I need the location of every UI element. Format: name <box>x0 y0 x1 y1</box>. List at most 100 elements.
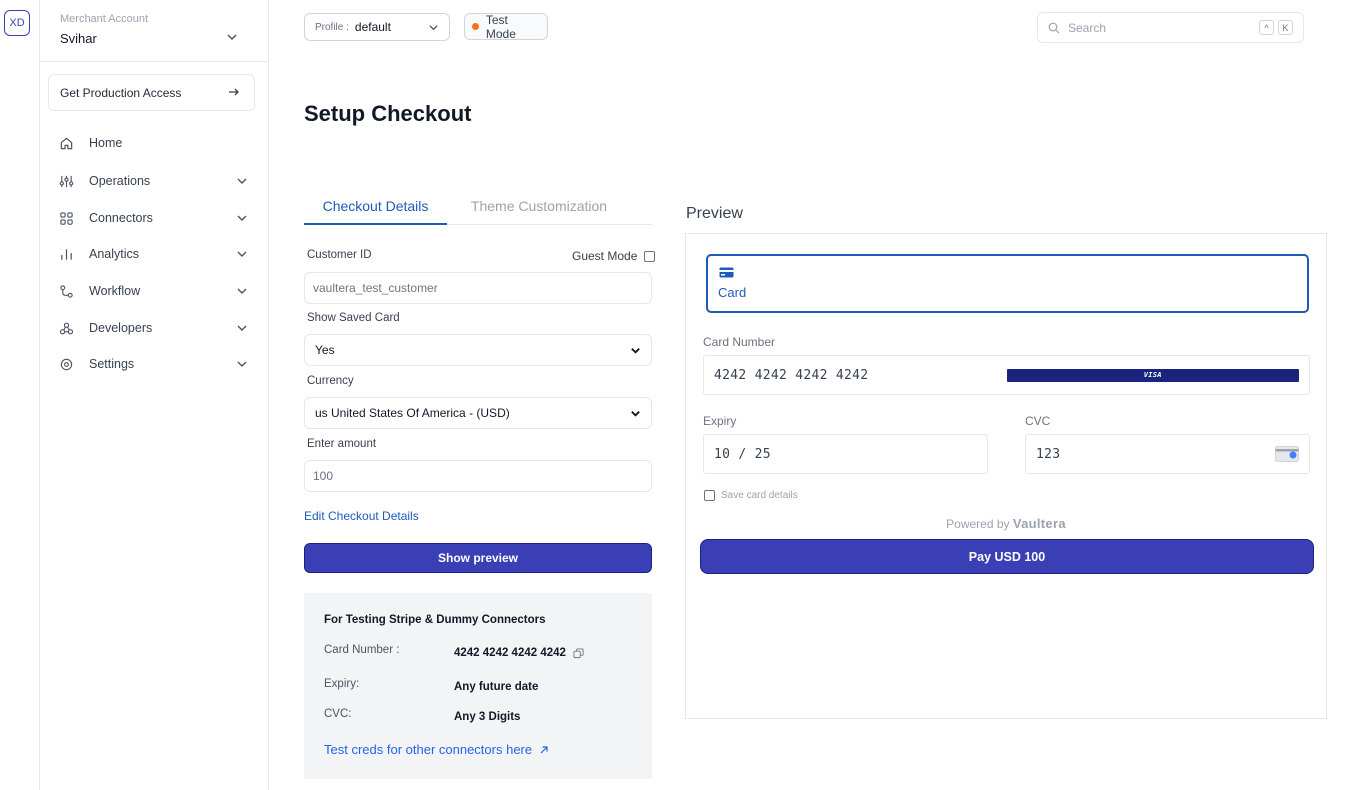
tab-checkout-details[interactable]: Checkout Details <box>304 196 447 225</box>
testing-card-number-label: Card Number : <box>324 644 400 656</box>
chevron-down-icon <box>429 24 438 30</box>
org-badge[interactable]: XD <box>4 10 30 36</box>
chevron-down-icon <box>631 347 640 354</box>
testing-card-number-row: 4242 4242 4242 4242 <box>454 647 584 659</box>
visa-icon: VISA <box>1006 368 1299 382</box>
testing-title: For Testing Stripe & Dummy Connectors <box>324 614 546 626</box>
status-dot-icon <box>472 23 479 30</box>
testing-info-box: For Testing Stripe & Dummy Connectors Ca… <box>304 593 652 779</box>
sidebar-item-operations[interactable]: Operations <box>58 169 248 193</box>
customer-id-input[interactable] <box>304 272 652 304</box>
save-card-label: Save card details <box>721 490 798 501</box>
guest-mode-checkbox[interactable] <box>644 250 656 262</box>
chevron-down-icon[interactable] <box>226 30 238 48</box>
analytics-icon <box>58 246 74 262</box>
card-number-input[interactable]: 4242 4242 4242 4242 VISA <box>703 355 1310 395</box>
powered-by-label: Powered by <box>946 517 1010 531</box>
chevron-down-icon <box>237 325 247 331</box>
testing-expiry-label: Expiry: <box>324 678 360 690</box>
pay-button[interactable]: Pay USD 100 <box>700 539 1314 574</box>
edit-checkout-details-link[interactable]: Edit Checkout Details <box>304 509 419 523</box>
sidebar: Merchant Account Svihar Get Production A… <box>40 0 269 790</box>
sidebar-item-developers[interactable]: Developers <box>58 316 248 340</box>
copy-icon[interactable] <box>573 647 584 659</box>
page-title: Setup Checkout <box>304 101 472 126</box>
testing-card-number-value: 4242 4242 4242 4242 <box>454 647 566 659</box>
expiry-value: 10 / 25 <box>714 446 771 462</box>
sidebar-item-analytics[interactable]: Analytics <box>58 242 248 266</box>
get-production-access-button[interactable]: Get Production Access <box>48 74 255 111</box>
amount-input[interactable] <box>304 460 652 492</box>
test-mode-label: Test Mode <box>485 12 516 41</box>
cvc-value: 123 <box>1036 446 1061 462</box>
currency-value: us United States Of America - (USD) <box>315 406 510 420</box>
guest-mode-label: Guest Mode <box>572 249 638 263</box>
currency-select[interactable]: us United States Of America - (USD) <box>304 397 652 429</box>
show-saved-card-select[interactable]: Yes <box>304 334 652 366</box>
preview-title: Preview <box>686 205 743 222</box>
profile-prefix: Profile : <box>315 21 349 33</box>
cvc-input[interactable]: 123 <box>1025 434 1310 474</box>
sidebar-item-workflow[interactable]: Workflow <box>58 279 248 303</box>
credit-card-icon <box>719 267 734 278</box>
tab-theme-customization[interactable]: Theme Customization <box>456 196 622 225</box>
shortcut-key: ^ <box>1259 20 1274 35</box>
sidebar-item-settings[interactable]: Settings <box>58 352 248 376</box>
amount-label: Enter amount <box>307 438 377 450</box>
profile-select[interactable]: Profile : default <box>304 13 450 41</box>
developers-icon <box>58 320 74 336</box>
sidebar-item-label: Home <box>89 136 123 150</box>
sidebar-item-label: Connectors <box>89 211 153 225</box>
search-icon <box>1048 22 1060 33</box>
sidebar-item-label: Settings <box>89 357 135 371</box>
chevron-down-icon <box>237 288 247 294</box>
sidebar-item-label: Operations <box>89 174 151 188</box>
preview-pane: Card Card Number 4242 4242 4242 4242 VIS… <box>685 233 1327 719</box>
card-number-value: 4242 4242 4242 4242 <box>714 367 869 383</box>
show-saved-card-label: Show Saved Card <box>307 312 400 324</box>
chevron-down-icon <box>237 361 247 367</box>
save-card-option[interactable]: Save card details <box>704 490 798 501</box>
powered-by-brand: Vaultera <box>1012 516 1066 531</box>
search-input[interactable] <box>1068 20 1255 35</box>
customer-id-label: Customer ID <box>307 249 372 261</box>
connectors-icon <box>58 210 74 226</box>
sidebar-item-label: Analytics <box>89 247 140 261</box>
sidebar-item-label: Developers <box>89 321 153 335</box>
sidebar-item-home[interactable]: Home <box>58 131 248 155</box>
merchant-account-label: Merchant Account <box>60 13 149 25</box>
chevron-down-icon <box>237 215 247 221</box>
sidebar-item-label: Workflow <box>89 284 141 298</box>
home-icon <box>58 135 74 151</box>
testing-expiry-value: Any future date <box>454 681 539 693</box>
tab-bar: Checkout Details Theme Customization <box>304 196 652 225</box>
testing-cvc-label: CVC: <box>324 708 352 720</box>
chevron-down-icon <box>237 178 247 184</box>
test-mode-toggle[interactable]: Test Mode <box>464 12 548 41</box>
expiry-label: Expiry <box>703 414 737 428</box>
guest-mode-toggle[interactable]: Guest Mode <box>572 249 656 263</box>
workflow-icon <box>58 283 74 299</box>
cvc-label: CVC <box>1025 414 1051 428</box>
operations-icon <box>58 173 74 189</box>
test-creds-link[interactable]: Test creds for other connectors here <box>324 742 549 757</box>
testing-cvc-value: Any 3 Digits <box>454 711 521 723</box>
card-number-label: Card Number <box>703 335 776 349</box>
powered-by: Powered by Vaultera <box>686 516 1326 531</box>
chevron-down-icon <box>631 410 640 417</box>
show-saved-card-value: Yes <box>315 343 335 357</box>
card-tab-label: Card <box>718 285 747 300</box>
save-card-checkbox[interactable] <box>704 490 715 501</box>
payment-method-card-tab[interactable]: Card <box>706 254 1309 313</box>
external-link-icon <box>540 745 548 753</box>
currency-label: Currency <box>307 375 354 387</box>
arrow-right-icon <box>228 86 240 100</box>
merchant-name[interactable]: Svihar <box>60 31 97 46</box>
production-access-label: Get Production Access <box>60 85 182 100</box>
chevron-down-icon <box>237 251 247 257</box>
expiry-input[interactable]: 10 / 25 <box>703 434 988 474</box>
search-box[interactable]: ^ K <box>1037 12 1304 43</box>
divider <box>40 61 269 62</box>
sidebar-item-connectors[interactable]: Connectors <box>58 206 248 230</box>
show-preview-button[interactable]: Show preview <box>304 543 652 573</box>
